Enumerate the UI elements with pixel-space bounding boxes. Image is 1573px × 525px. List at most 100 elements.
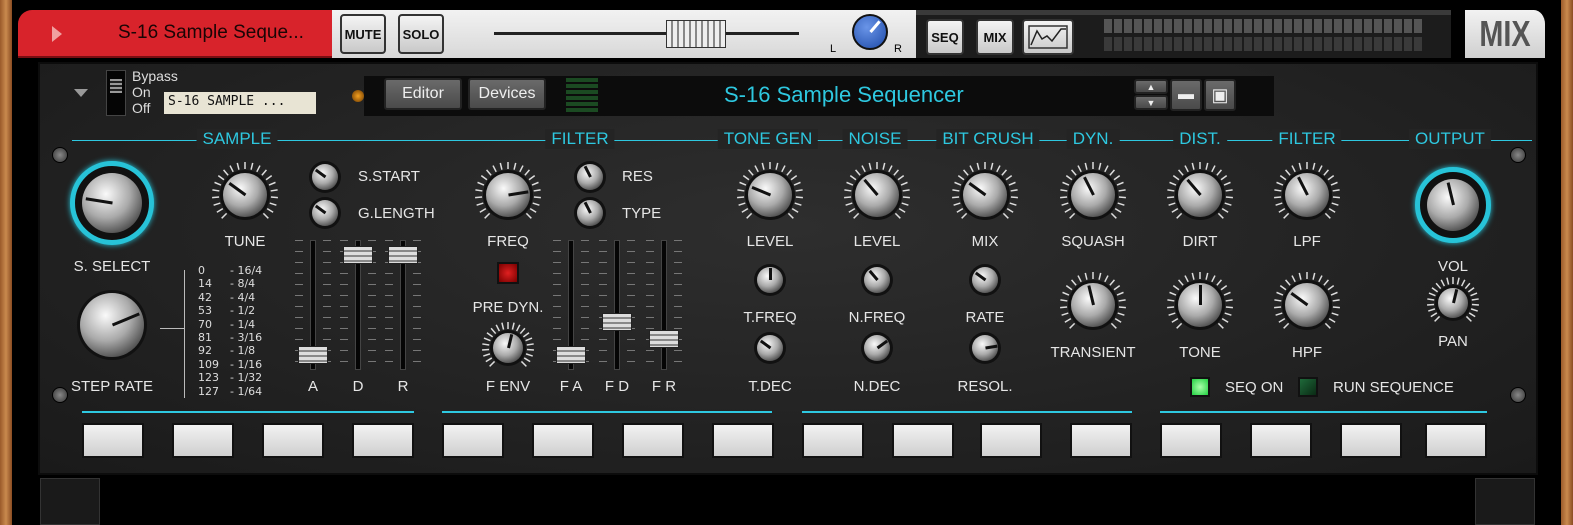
pan-knob[interactable] — [1438, 288, 1468, 318]
patch-down-button[interactable]: ▼ — [1134, 95, 1168, 110]
d-fader-handle[interactable] — [343, 245, 373, 264]
step-pad-1[interactable] — [82, 423, 144, 458]
vol-label: VOL — [1437, 258, 1469, 275]
meter-segment — [1394, 37, 1402, 51]
fa-fader-handle[interactable] — [556, 346, 586, 365]
patch-up-button[interactable]: ▲ — [1134, 79, 1168, 94]
editor-button[interactable]: Editor — [384, 78, 462, 110]
dirt-label: DIRT — [1182, 233, 1218, 250]
step-pad-12[interactable] — [1070, 423, 1132, 458]
f-env-knob[interactable] — [493, 333, 523, 363]
step-pad-16[interactable] — [1425, 423, 1487, 458]
f-env-label: F ENV — [485, 378, 531, 395]
fader-tick — [385, 240, 393, 241]
meter-segment — [1304, 19, 1312, 33]
save-icon[interactable]: ▣ — [1204, 79, 1236, 111]
lpf-knob[interactable] — [1285, 173, 1329, 217]
fader-tick — [295, 295, 303, 296]
n-freq-knob[interactable] — [864, 267, 890, 293]
tune-knob[interactable] — [223, 173, 267, 217]
step-pad-14[interactable] — [1250, 423, 1312, 458]
meter-segment — [1324, 37, 1332, 51]
meter-segment — [1134, 19, 1142, 33]
s-start-knob[interactable] — [312, 164, 338, 190]
fader-tick — [340, 361, 348, 362]
fader-tick — [674, 295, 682, 296]
mute-button[interactable]: MUTE — [340, 14, 386, 54]
browse-folder-icon[interactable]: ▬ — [1170, 79, 1202, 111]
fader-tick — [295, 251, 303, 252]
step-rate-division: - 8/4 — [230, 277, 256, 291]
knob-indicator — [1296, 176, 1309, 196]
step-pad-7[interactable] — [622, 423, 684, 458]
rate-knob[interactable] — [972, 267, 998, 293]
a-fader-handle[interactable] — [298, 346, 328, 365]
automation-button[interactable] — [1022, 19, 1074, 55]
seq-button[interactable]: SEQ — [926, 19, 964, 55]
level-fader-handle[interactable] — [665, 20, 726, 48]
fader-tick — [340, 350, 348, 351]
mix-knob[interactable] — [963, 173, 1007, 217]
mix-button[interactable]: MIX — [976, 19, 1014, 55]
step-rate-knob[interactable] — [80, 293, 144, 357]
hpf-knob[interactable] — [1285, 283, 1329, 327]
play-triangle-icon[interactable] — [52, 26, 62, 42]
freq-knob[interactable] — [486, 173, 530, 217]
n-dec-knob[interactable] — [864, 335, 890, 361]
step-pad-4[interactable] — [352, 423, 414, 458]
tone-knob[interactable] — [1178, 283, 1222, 327]
run-sequence-led[interactable] — [1298, 377, 1318, 397]
step-pad-9[interactable] — [802, 423, 864, 458]
fader-tick — [599, 240, 607, 241]
screw-icon — [52, 147, 68, 163]
resol-knob[interactable] — [972, 335, 998, 361]
fr-fader-handle[interactable] — [649, 329, 679, 348]
bypass-switch[interactable] — [106, 70, 126, 116]
devices-button[interactable]: Devices — [468, 78, 546, 110]
filter-env-button[interactable] — [497, 262, 519, 284]
meter-segment — [1374, 37, 1382, 51]
step-pad-11[interactable] — [980, 423, 1042, 458]
res-knob[interactable] — [577, 164, 603, 190]
collapse-triangle-icon[interactable] — [74, 89, 88, 97]
n-level-knob[interactable] — [855, 173, 899, 217]
fader-tick — [368, 284, 376, 285]
track-header[interactable]: S-16 Sample Seque... — [18, 10, 332, 58]
t-dec-knob[interactable] — [757, 335, 783, 361]
step-pad-15[interactable] — [1340, 423, 1402, 458]
step-pad-10[interactable] — [892, 423, 954, 458]
step-pad-8[interactable] — [712, 423, 774, 458]
transient-knob[interactable] — [1071, 283, 1115, 327]
step-pad-5[interactable] — [442, 423, 504, 458]
solo-button[interactable]: SOLO — [398, 14, 444, 54]
step-pad-6[interactable] — [532, 423, 594, 458]
type-knob[interactable] — [577, 200, 603, 226]
knob-indicator — [1186, 178, 1202, 196]
step-pad-3[interactable] — [262, 423, 324, 458]
meter-segment — [1164, 19, 1172, 33]
fader-tick — [646, 240, 654, 241]
device-panel: Bypass On Off S-16 SAMPLE ... Editor Dev… — [38, 62, 1538, 475]
section-label-filter: FILTER — [1272, 129, 1342, 149]
tg-level-knob[interactable] — [748, 173, 792, 217]
dirt-knob[interactable] — [1178, 173, 1222, 217]
meter-segment — [1124, 19, 1132, 33]
fader-tick — [627, 350, 635, 351]
fd-fader-handle[interactable] — [602, 312, 632, 331]
g-length-knob[interactable] — [312, 200, 338, 226]
r-fader-handle[interactable] — [388, 245, 418, 264]
fader-tick — [295, 240, 303, 241]
n-dec-label: N.DEC — [853, 378, 901, 395]
knob-indicator — [314, 168, 326, 179]
squash-knob[interactable] — [1071, 173, 1115, 217]
step-pad-13[interactable] — [1160, 423, 1222, 458]
seq-on-led[interactable] — [1190, 377, 1210, 397]
s-select-knob[interactable] — [82, 173, 142, 233]
fader-tick — [646, 251, 654, 252]
step-pad-2[interactable] — [172, 423, 234, 458]
t-freq-knob[interactable] — [757, 267, 783, 293]
pan-knob[interactable] — [852, 14, 888, 50]
fd-fader-label: F D — [604, 378, 630, 395]
vol-knob[interactable] — [1427, 179, 1479, 231]
mix-tab[interactable]: MIX — [1465, 10, 1545, 58]
